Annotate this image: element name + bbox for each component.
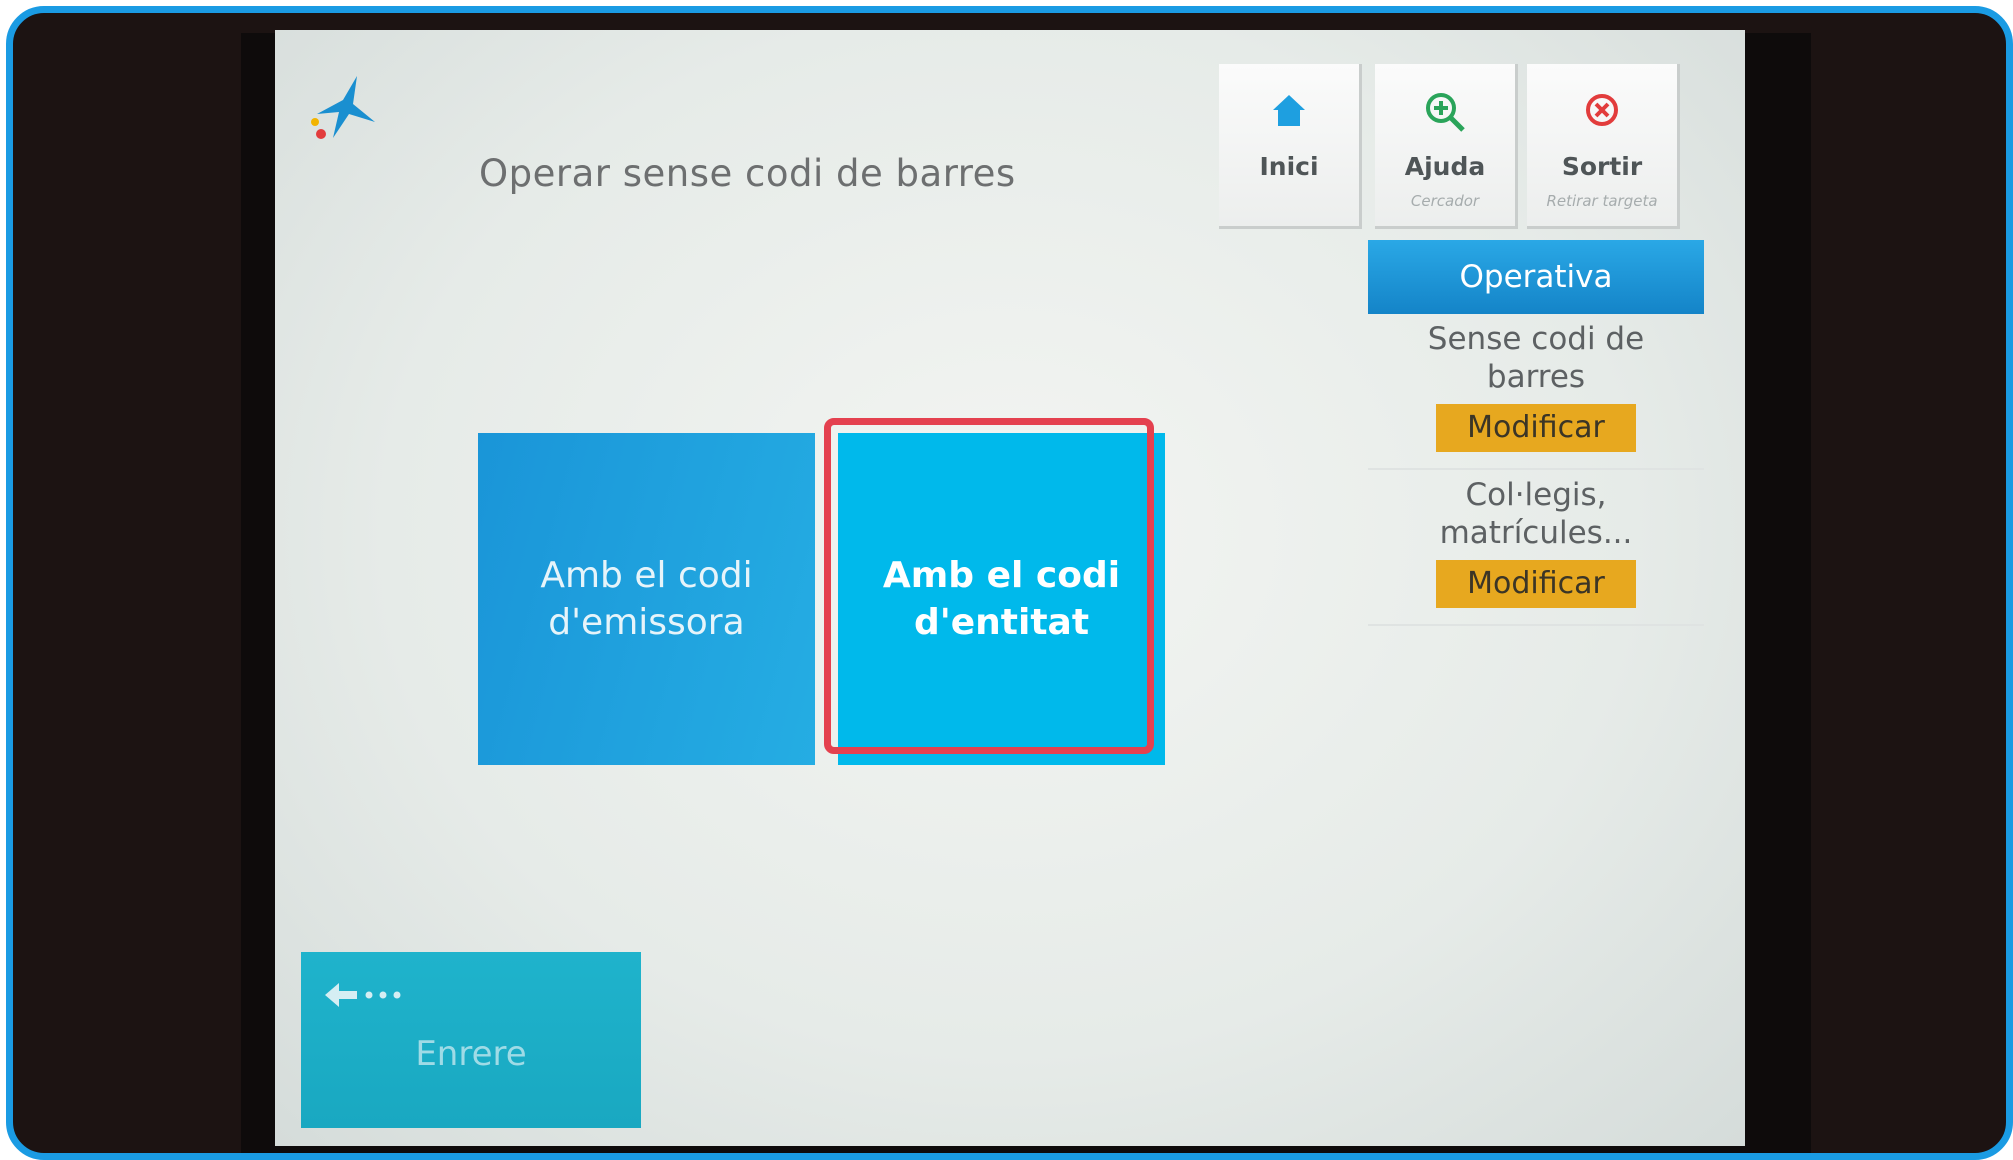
sidebar-item-barcode: Sense codi de barres Modificar [1368,314,1704,470]
modify-button[interactable]: Modificar [1436,560,1636,608]
sidebar-item-label: barres [1486,359,1586,395]
sidebar-header: Operativa [1368,240,1704,314]
sidebar-item-label: Sense codi de [1427,321,1645,357]
sidebar-item-label: matrícules... [1439,515,1633,551]
exit-button[interactable]: Sortir Retirar targeta [1527,64,1680,229]
exit-button-sublabel: Retirar targeta [1546,192,1658,210]
highlight-box [824,418,1154,754]
option-label: d'emissora [548,602,745,643]
zoom-in-icon [1426,93,1465,132]
bank-logo-icon [311,76,375,139]
modify-button[interactable]: Modificar [1436,404,1636,452]
sidebar-item-label: Col·legis, [1465,477,1607,513]
help-button-label: Ajuda [1404,152,1486,181]
home-icon [1273,95,1305,126]
exit-button-label: Sortir [1561,152,1643,181]
home-button-label: Inici [1259,152,1319,181]
page-title: Operar sense codi de barres [479,152,1016,195]
help-button[interactable]: Ajuda Cercador [1375,64,1518,229]
sidebar-item-schools: Col·legis, matrícules... Modificar [1368,470,1704,626]
back-button-label: Enrere [415,1034,527,1074]
back-arrow-icon [325,983,401,1007]
help-button-sublabel: Cercador [1410,192,1480,210]
close-circle-icon [1586,94,1618,126]
home-button[interactable]: Inici [1219,64,1362,229]
back-button[interactable]: Enrere [301,952,641,1128]
option-label: Amb el codi [540,555,753,596]
issuer-code-button[interactable]: Amb el codi d'emissora [478,433,815,765]
